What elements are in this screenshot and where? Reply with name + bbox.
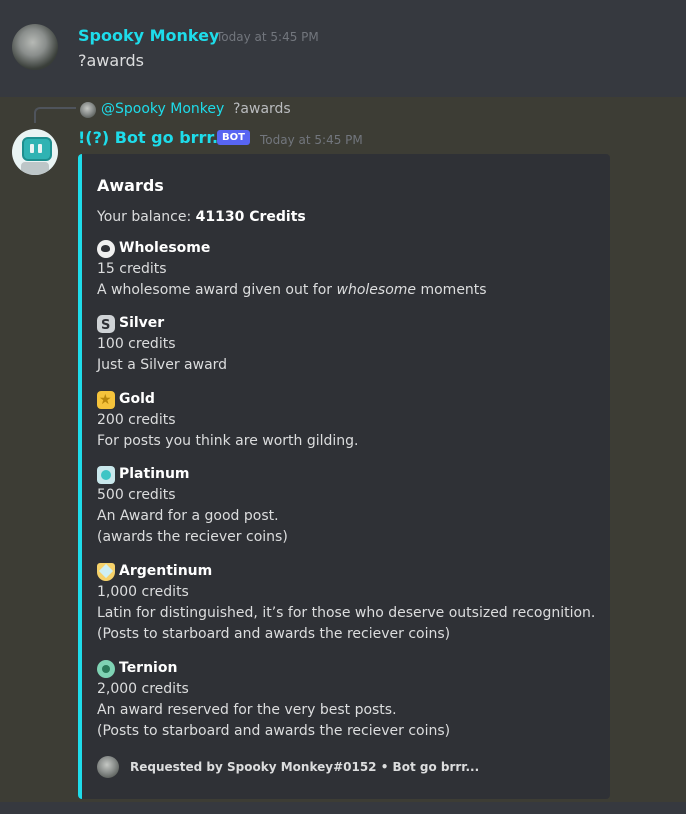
award-credits: 500 credits [97, 487, 176, 503]
award-description: An Award for a good post. [97, 508, 279, 524]
award-description: Just a Silver award [97, 357, 228, 373]
award-name: Ternion [119, 660, 178, 676]
award-description: Latin for distinguished, it’s for those … [97, 605, 596, 621]
award-description: For posts you think are worth gilding. [97, 433, 359, 449]
award-credits: 15 credits [97, 261, 167, 277]
argentinum-icon [97, 562, 115, 581]
award-credits: 1,000 credits [97, 584, 189, 600]
award-argentinum: Argentinum 1,000 credits Latin for disti… [97, 561, 595, 645]
award-note: (awards the reciever coins) [97, 529, 288, 545]
balance-value: 41130 Credits [195, 209, 306, 225]
message-timestamp: Today at 5:45 PM [260, 133, 363, 147]
award-credits: 2,000 credits [97, 681, 189, 697]
awards-embed: Awards Your balance: 41130 Credits Whole… [78, 154, 610, 799]
bot-tag-badge: BOT [217, 130, 250, 145]
award-description: A wholesome award given out for wholesom… [97, 282, 487, 298]
user-avatar[interactable] [12, 24, 58, 70]
message-spooky-monkey: Spooky Monkey Today at 5:45 PM ?awards [0, 0, 686, 97]
bot-avatar[interactable] [12, 129, 58, 175]
bottom-divider [0, 802, 686, 814]
award-note: (Posts to starboard and awards the recie… [97, 626, 451, 642]
embed-footer: Requested by Spooky Monkey#0152 • Bot go… [97, 756, 479, 778]
award-name: Silver [119, 315, 165, 331]
message-author[interactable]: Spooky Monkey [78, 26, 219, 45]
message-content: ?awards [78, 51, 144, 70]
reply-avatar[interactable] [80, 102, 96, 118]
balance-label: Your balance: [97, 209, 196, 225]
ternion-icon [97, 659, 115, 678]
silver-icon [97, 314, 115, 336]
footer-text: Requested by Spooky Monkey#0152 • Bot go… [130, 760, 480, 774]
award-name: Wholesome [119, 240, 211, 256]
reply-author[interactable]: @Spooky Monkey [101, 101, 224, 117]
message-timestamp: Today at 5:45 PM [216, 30, 319, 44]
award-credits: 200 credits [97, 412, 176, 428]
platinum-icon [97, 465, 115, 484]
award-gold: Gold 200 credits For posts you think are… [97, 389, 359, 452]
award-silver: Silver 100 credits Just a Silver award [97, 313, 227, 376]
wholesome-icon [97, 239, 115, 258]
award-name: Argentinum [119, 563, 213, 579]
message-bot: @Spooky Monkey ?awards !(?) Bot go brrr.… [0, 97, 686, 802]
gold-icon [97, 390, 115, 411]
award-note: (Posts to starboard and awards the recie… [97, 723, 451, 739]
award-credits: 100 credits [97, 336, 176, 352]
reply-content[interactable]: ?awards [233, 101, 291, 117]
robot-face-icon [22, 137, 52, 161]
award-name: Platinum [119, 466, 190, 482]
footer-avatar [97, 756, 119, 778]
bot-author[interactable]: !(?) Bot go brrr... [78, 128, 230, 147]
embed-title: Awards [97, 176, 164, 195]
balance-line: Your balance: 41130 Credits [97, 209, 306, 225]
award-wholesome: Wholesome 15 credits A wholesome award g… [97, 238, 487, 301]
award-platinum: Platinum 500 credits An Award for a good… [97, 464, 288, 548]
award-name: Gold [119, 391, 155, 407]
award-description: An award reserved for the very best post… [97, 702, 397, 718]
reply-connector [34, 107, 76, 123]
award-ternion: Ternion 2,000 credits An award reserved … [97, 658, 450, 742]
